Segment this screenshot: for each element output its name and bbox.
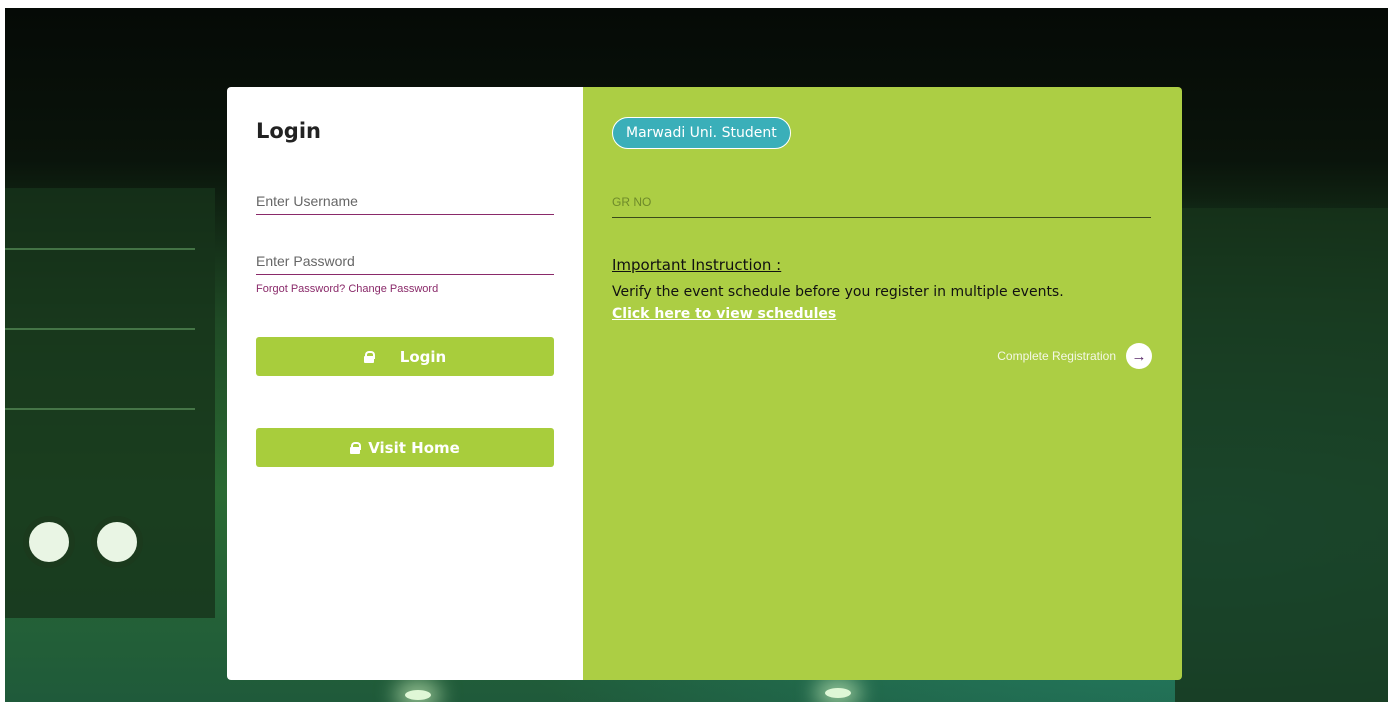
round-window [23,516,75,568]
student-type-badge[interactable]: Marwadi Uni. Student [612,117,791,149]
building-right [1175,208,1388,702]
complete-registration-label: Complete Registration [997,349,1116,363]
building-ledge [5,248,195,250]
student-panel: Marwadi Uni. Student Important Instructi… [583,87,1182,680]
building-ledge [5,328,195,330]
gr-number-field[interactable] [612,193,1151,218]
complete-registration-button[interactable]: Complete Registration → [997,343,1152,369]
street-light [825,688,851,698]
password-input[interactable] [256,253,554,269]
instruction-text: Verify the event schedule before you reg… [612,284,1064,300]
visit-home-button[interactable]: Visit Home [256,428,554,467]
visit-home-button-label: Visit Home [368,438,460,457]
forgot-password-link[interactable]: Forgot Password? Change Password [256,283,554,295]
arrow-right-circle-icon: → [1126,343,1152,369]
login-card: Login Forgot Password? Change Password L… [227,87,1182,680]
lock-icon [350,441,362,454]
username-field[interactable] [256,193,554,215]
round-window [91,516,143,568]
building-ledge [5,408,195,410]
login-button[interactable]: Login [256,337,554,376]
login-button-label: Login [399,347,447,366]
lock-icon [363,350,375,363]
instruction-title: Important Instruction : [612,256,782,274]
login-panel: Login Forgot Password? Change Password L… [227,87,583,680]
gr-number-input[interactable] [612,195,1151,209]
street-light [405,690,431,700]
view-schedules-link[interactable]: Click here to view schedules [612,306,836,322]
password-field[interactable] [256,253,554,275]
username-input[interactable] [256,193,554,209]
login-title: Login [256,119,321,143]
